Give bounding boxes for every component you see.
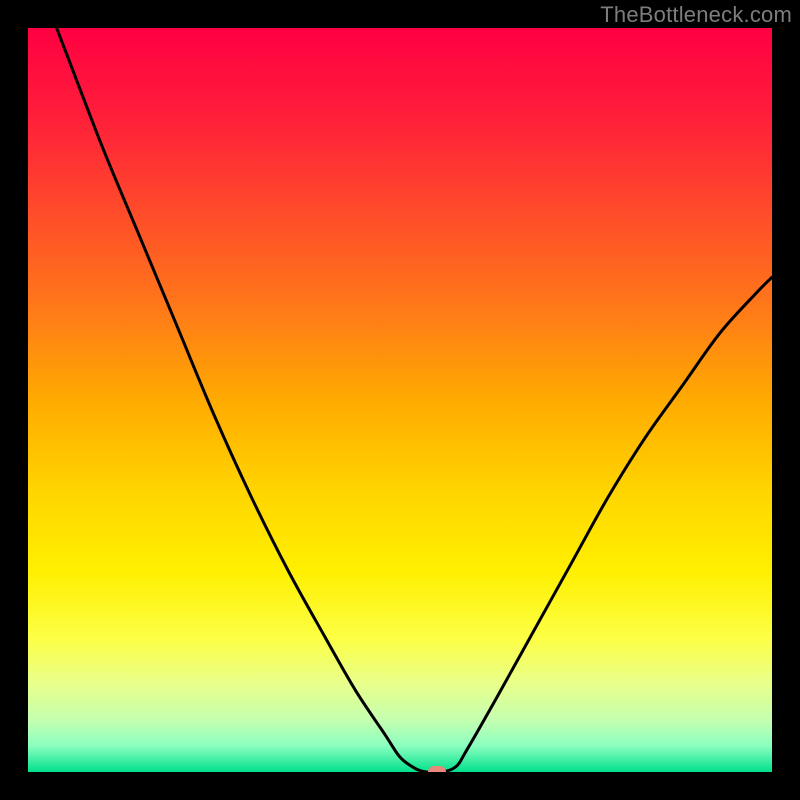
optimal-point-marker xyxy=(428,766,446,772)
attribution-label: TheBottleneck.com xyxy=(600,2,792,28)
gradient-background xyxy=(28,28,772,772)
plot-area xyxy=(28,28,772,772)
plot-svg xyxy=(28,28,772,772)
chart-outer: TheBottleneck.com xyxy=(0,0,800,800)
